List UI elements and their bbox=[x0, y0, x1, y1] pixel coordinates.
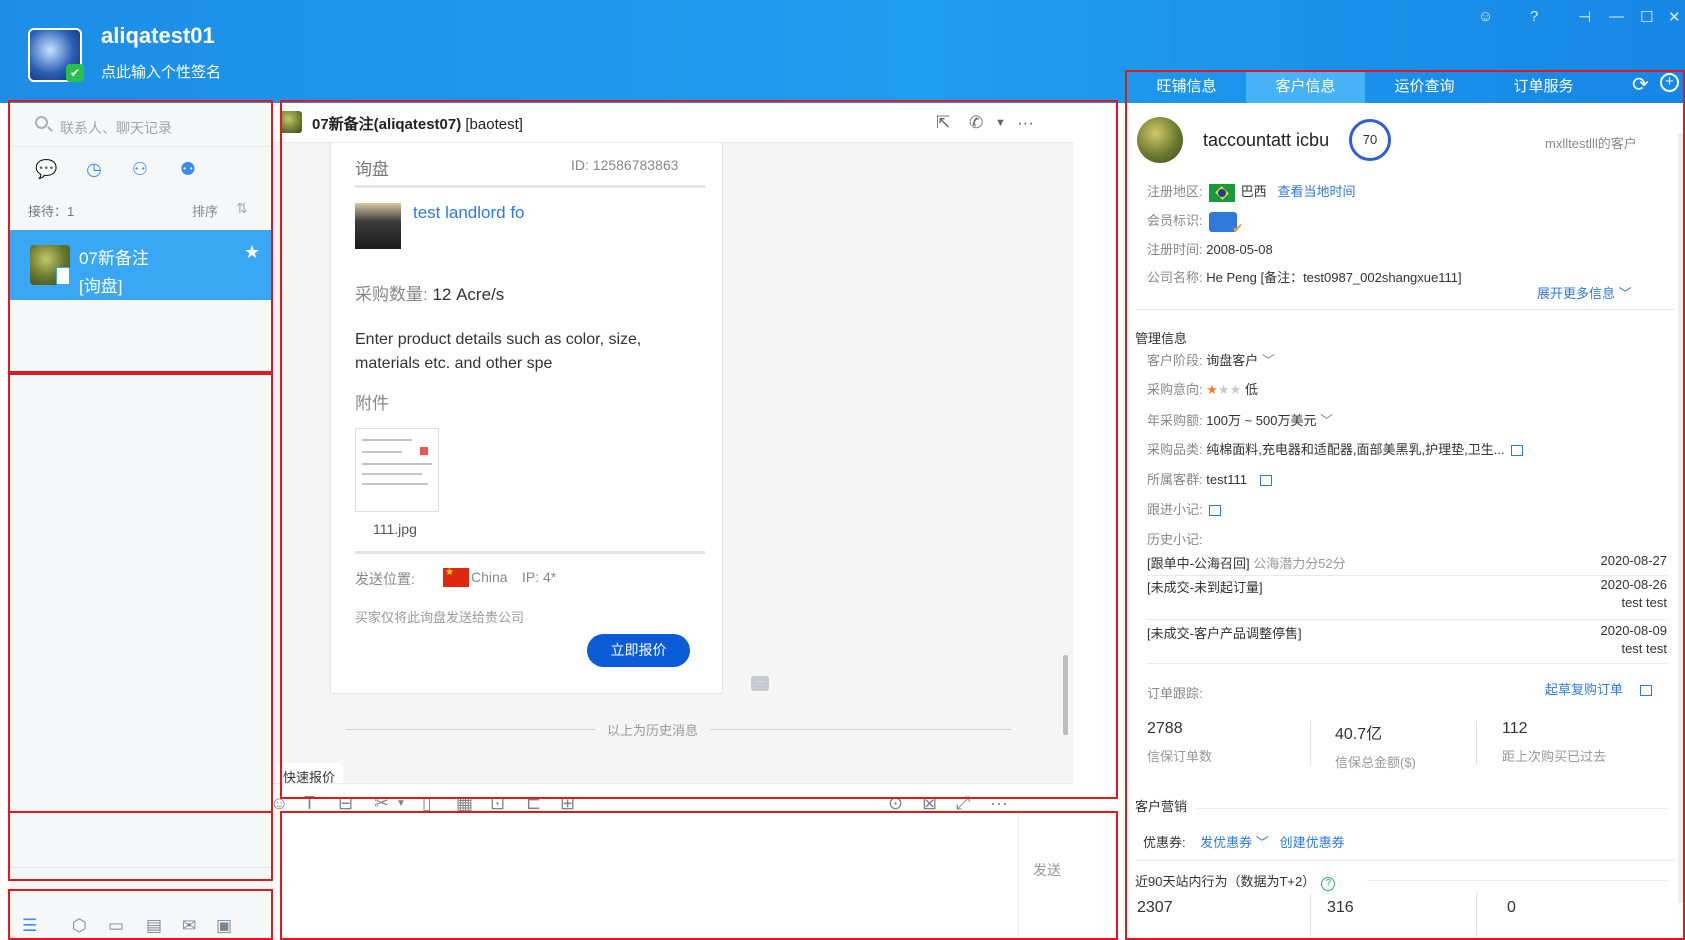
feedback-icon[interactable]: ☺ bbox=[1478, 8, 1493, 25]
annotation-box bbox=[8, 811, 273, 881]
annotation-box bbox=[280, 100, 1118, 799]
help-icon[interactable]: ? bbox=[1530, 8, 1538, 25]
verified-check-icon: ✔ bbox=[66, 64, 84, 82]
minimize-icon[interactable]: — bbox=[1609, 8, 1624, 25]
annotation-box bbox=[8, 100, 273, 373]
signature-input[interactable]: 点此输入个性签名 bbox=[101, 61, 221, 82]
annotation-box bbox=[280, 811, 1118, 940]
user-name: aliqatest01 bbox=[101, 23, 215, 48]
chevron-down-icon[interactable]: ▼ bbox=[396, 798, 406, 809]
pin-icon[interactable]: ⊣ bbox=[1578, 8, 1591, 26]
maximize-icon[interactable]: ☐ bbox=[1640, 8, 1653, 26]
annotation-box bbox=[1125, 70, 1685, 940]
annotation-box bbox=[8, 373, 273, 813]
annotation-box bbox=[8, 889, 273, 940]
close-icon[interactable]: ✕ bbox=[1668, 8, 1681, 26]
